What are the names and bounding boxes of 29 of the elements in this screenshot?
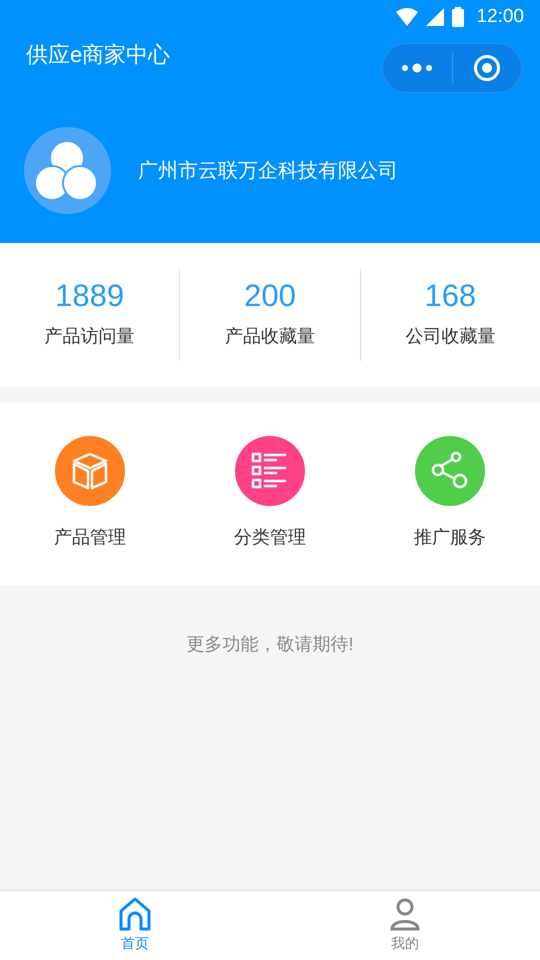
stat-value: 1889 [55,280,124,311]
stat-label: 产品访问量 [44,325,135,348]
stat-label: 公司收藏量 [405,325,496,348]
page-title: 供应e商家中心 [26,41,170,69]
company-name: 广州市云联万企科技有限公司 [138,158,398,184]
battery-icon [452,7,464,27]
stat-value: 168 [424,280,476,311]
stat-value: 200 [244,280,296,311]
wifi-icon [396,8,418,26]
status-time: 12:00 [476,4,524,29]
signal-icon [426,8,444,26]
function-item[interactable]: 分类管理 [180,436,360,551]
tab-item[interactable]: 我的 [270,891,540,960]
function-item[interactable]: 推广服务 [360,436,540,551]
target-icon [472,54,501,82]
function-label: 推广服务 [414,526,486,549]
share-icon [430,451,470,491]
tab-label: 我的 [391,934,419,953]
more-icon [401,63,434,73]
person-icon [388,897,422,931]
notice-text: 更多功能，敬请期待! [186,633,354,656]
tab-label: 首页 [121,934,149,953]
stat-label: 产品收藏量 [224,325,315,348]
cube-icon [70,451,110,491]
function-item[interactable]: 产品管理 [0,436,180,551]
function-label: 分类管理 [234,526,306,549]
function-label: 产品管理 [54,526,126,549]
avatar-icon [24,127,111,214]
home-icon [118,897,152,931]
